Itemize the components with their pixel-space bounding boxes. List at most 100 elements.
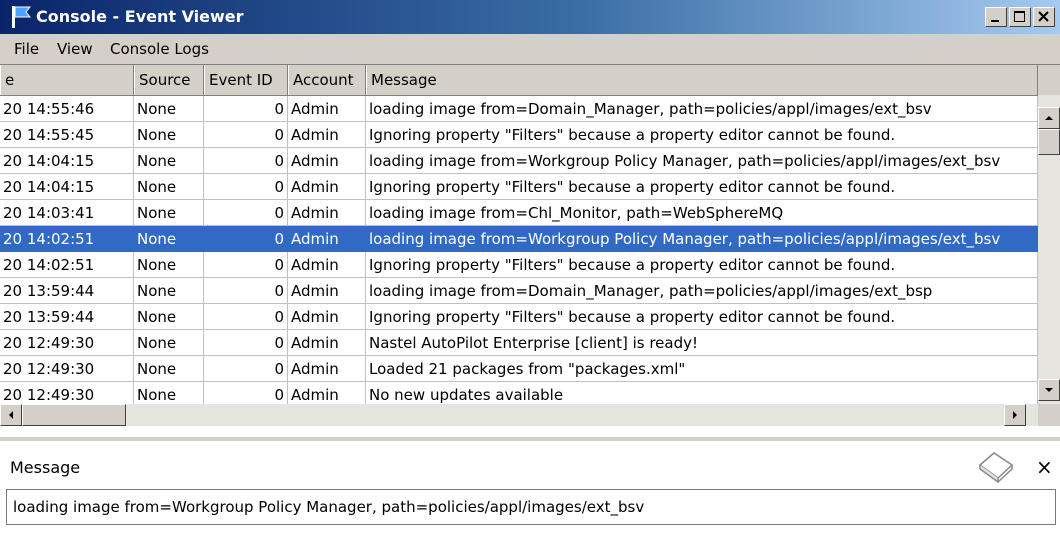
event-table: e Source Event ID Account Message 20 14:… [0,64,1060,438]
menu-bar: File View Console Logs [0,34,1060,64]
menu-view[interactable]: View [57,34,93,64]
cell-time: 20 14:04:15 [0,148,134,174]
cell-event-id: 0 [204,356,288,382]
cell-time: 20 13:59:44 [0,304,134,330]
scroll-left-button[interactable] [0,404,22,426]
cell-message: Nastel AutoPilot Enterprise [client] is … [366,330,1038,356]
cell-time: 20 12:49:30 [0,330,134,356]
message-panel-header: Message × [0,441,1060,489]
cell-account: Admin [288,278,366,304]
flag-icon [12,6,31,28]
cell-time: 20 14:02:51 [0,226,134,252]
cell-message: loading image from=Chl_Monitor, path=Web… [366,200,1038,226]
cell-account: Admin [288,252,366,278]
cell-event-id: 0 [204,330,288,356]
cell-event-id: 0 [204,226,288,252]
cell-account: Admin [288,200,366,226]
cell-source: None [134,148,204,174]
cell-account: Admin [288,356,366,382]
column-header-message[interactable]: Message [366,65,1038,95]
cell-account: Admin [288,330,366,356]
cell-event-id: 0 [204,174,288,200]
maximize-icon [1014,11,1025,22]
message-detail-text[interactable]: loading image from=Workgroup Policy Mana… [6,489,1056,525]
cell-source: None [134,226,204,252]
cell-account: Admin [288,226,366,252]
scroll-right-button[interactable] [1004,404,1026,426]
cell-event-id: 0 [204,122,288,148]
cell-time: 20 14:04:15 [0,174,134,200]
cell-time: 20 13:59:44 [0,278,134,304]
column-header-time[interactable]: e [0,65,134,95]
horizontal-scroll-thumb[interactable] [22,404,126,426]
cell-source: None [134,278,204,304]
table-header: e Source Event ID Account Message [0,65,1060,96]
maximize-button[interactable] [1009,7,1031,27]
scroll-down-button[interactable] [1038,379,1060,401]
cell-time: 20 14:03:41 [0,200,134,226]
table-row[interactable]: 20 14:03:41 None 0 Admin loading image from=… [0,200,1038,226]
close-button[interactable] [1033,7,1055,27]
arrow-up-icon [1045,116,1053,120]
cell-message: loading image from=Workgroup Policy Mana… [366,148,1038,174]
cell-time: 20 14:55:46 [0,96,134,122]
cell-account: Admin [288,122,366,148]
table-row[interactable]: 20 14:02:51 None 0 Admin Ignoring property "… [0,252,1038,278]
cell-source: None [134,252,204,278]
cell-source: None [134,356,204,382]
cell-account: Admin [288,304,366,330]
table-row[interactable]: 20 14:55:46 None 0 Admin loading image from=… [0,96,1038,122]
window-title: Console - Event Viewer [36,7,244,26]
cell-event-id: 0 [204,200,288,226]
cell-message: Ignoring property "Filters" because a pr… [366,252,1038,278]
menu-file[interactable]: File [14,34,39,64]
cell-message: Ignoring property "Filters" because a pr… [366,174,1038,200]
eraser-icon[interactable] [976,449,1016,483]
message-panel-title: Message [10,458,81,477]
cell-account: Admin [288,96,366,122]
cell-source: None [134,200,204,226]
cell-account: Admin [288,174,366,200]
cell-event-id: 0 [204,278,288,304]
cell-source: None [134,174,204,200]
table-row[interactable]: 20 14:55:45 None 0 Admin Ignoring property "… [0,122,1038,148]
title-bar[interactable]: Console - Event Viewer [0,0,1060,34]
table-row[interactable]: 20 13:59:44 None 0 Admin Ignoring property "… [0,304,1038,330]
cell-source: None [134,122,204,148]
cell-message: Loaded 21 packages from "packages.xml" [366,356,1038,382]
cell-event-id: 0 [204,304,288,330]
cell-time: 20 14:55:45 [0,122,134,148]
table-row[interactable]: 20 14:04:15 None 0 Admin loading image from=… [0,148,1038,174]
cell-time: 20 12:49:30 [0,356,134,382]
cell-message: Ignoring property "Filters" because a pr… [366,304,1038,330]
menu-console-logs[interactable]: Console Logs [110,34,209,64]
vertical-scrollbar[interactable] [1038,95,1060,417]
arrow-down-icon [1045,388,1053,392]
table-row[interactable]: 20 12:49:30 None 0 Admin Loaded 21 packages … [0,356,1038,382]
table-row[interactable]: 20 14:04:15 None 0 Admin Ignoring property "… [0,174,1038,200]
cell-source: None [134,330,204,356]
horizontal-scrollbar[interactable] [0,404,1038,426]
scroll-up-button[interactable] [1038,107,1060,129]
table-row[interactable]: 20 12:49:30 None 0 Admin Nastel AutoPilot En… [0,330,1038,356]
close-panel-icon[interactable]: × [1036,441,1053,493]
cell-source: None [134,96,204,122]
vertical-scroll-thumb[interactable] [1038,129,1060,155]
column-header-source[interactable]: Source [134,65,204,95]
cell-time: 20 14:02:51 [0,252,134,278]
table-row[interactable]: 20 13:59:44 None 0 Admin loading image from=… [0,278,1038,304]
column-header-event-id[interactable]: Event ID [204,65,288,95]
cell-message: Ignoring property "Filters" because a pr… [366,122,1038,148]
table-row[interactable]: 20 14:02:51 None 0 Admin loading image from=… [0,226,1038,252]
cell-event-id: 0 [204,148,288,174]
minimize-button[interactable] [985,7,1007,27]
arrow-left-icon [9,411,13,419]
cell-event-id: 0 [204,96,288,122]
close-icon [1038,11,1049,22]
cell-message: loading image from=Workgroup Policy Mana… [366,226,1038,252]
cell-message: loading image from=Domain_Manager, path=… [366,278,1038,304]
minimize-icon [991,20,999,22]
cell-source: None [134,304,204,330]
column-header-account[interactable]: Account [288,65,366,95]
cell-account: Admin [288,148,366,174]
